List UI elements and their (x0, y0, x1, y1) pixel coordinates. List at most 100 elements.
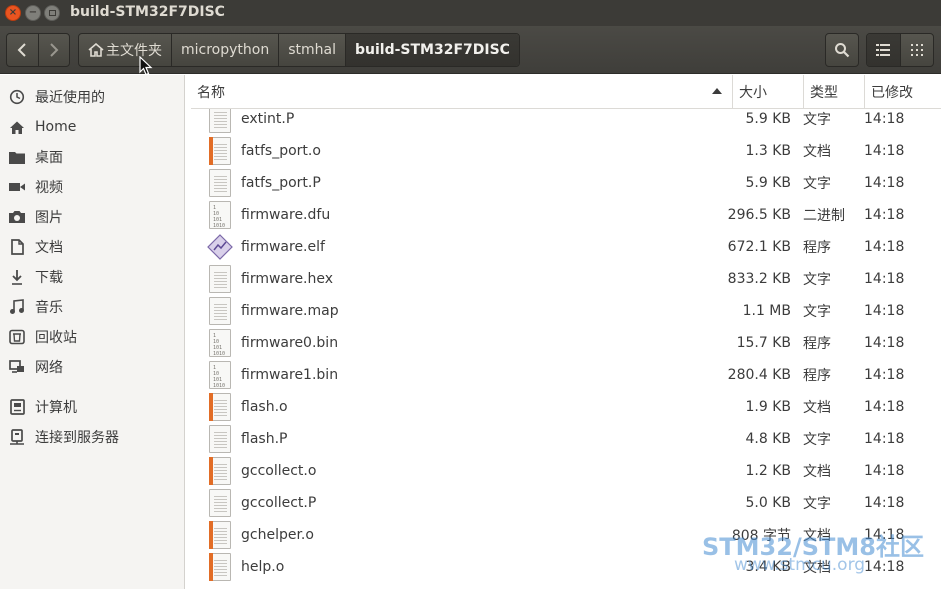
file-name: extint.P (241, 111, 295, 127)
file-modified: 14:18 (864, 175, 905, 191)
sidebar-item-documents[interactable]: 文档 (0, 232, 184, 262)
maximize-window-button[interactable] (44, 5, 60, 21)
file-row[interactable]: flash.o 1.9 KB 文档 14:18 (191, 391, 941, 423)
breadcrumb-stmhal[interactable]: stmhal (279, 34, 346, 66)
back-button[interactable] (7, 34, 38, 66)
column-header-modified[interactable]: 已修改 (865, 75, 941, 108)
column-header-type[interactable]: 类型 (804, 75, 865, 108)
file-size: 808 字节 (731, 528, 791, 544)
file-modified: 14:18 (864, 463, 905, 479)
list-view-button[interactable] (867, 34, 900, 66)
breadcrumb-home[interactable]: 主文件夹 (79, 34, 172, 66)
sidebar-item-pictures[interactable]: 图片 (0, 202, 184, 232)
file-icon-cell: 1 10 101 1010 (191, 201, 235, 229)
file-list-view: extint.P 5.9 KB 文字 14:18 fatfs_port.o 1.3 KB 文… (191, 75, 941, 589)
file-icon-cell (191, 265, 235, 293)
sidebar-item-trash[interactable]: 回收站 (0, 322, 184, 352)
file-icon-cell (191, 393, 235, 421)
file-icon-cell: 1 10 101 1010 (191, 329, 235, 357)
file-icon-cell (191, 553, 235, 581)
sidebar-item-videos[interactable]: 视频 (0, 172, 184, 202)
file-row[interactable]: fatfs_port.o 1.3 KB 文档 14:18 (191, 135, 941, 167)
file-icon-cell (191, 169, 235, 197)
file-size: 833.2 KB (727, 271, 791, 287)
file-row[interactable]: 1 10 101 1010 firmware0.bin 15.7 KB 程序 14:18 (191, 327, 941, 359)
minimize-window-button[interactable]: − (25, 5, 41, 21)
clock-icon (9, 89, 25, 105)
file-icon-cell (191, 297, 235, 325)
file-row[interactable]: gccollect.P 5.0 KB 文字 14:18 (191, 487, 941, 519)
file-row[interactable]: gccollect.o 1.2 KB 文档 14:18 (191, 455, 941, 487)
file-row[interactable]: firmware.map 1.1 MB 文字 14:18 (191, 295, 941, 327)
sidebar-item-label: 音乐 (35, 300, 63, 316)
file-row[interactable]: fatfs_port.P 5.9 KB 文字 14:18 (191, 167, 941, 199)
file-size: 1.3 KB (745, 143, 792, 159)
search-icon (835, 43, 850, 58)
file-name: help.o (241, 559, 285, 575)
breadcrumb-micropython[interactable]: micropython (172, 34, 280, 66)
sidebar-item-recent[interactable]: 最近使用的 (0, 82, 184, 112)
sidebar-item-connect-server[interactable]: 连接到服务器 (0, 422, 184, 452)
file-modified: 14:18 (864, 399, 905, 415)
forward-button[interactable] (37, 34, 70, 66)
sidebar-item-desktop[interactable]: 桌面 (0, 142, 184, 172)
close-window-button[interactable]: × (5, 5, 21, 21)
sidebar-item-home[interactable]: Home (0, 112, 184, 142)
file-icon-cell (191, 489, 235, 517)
file-type: 文档 (803, 464, 831, 480)
sidebar-separator (0, 382, 184, 392)
file-name: gchelper.o (241, 527, 314, 543)
file-row[interactable]: gchelper.o 808 字节 文档 14:18 (191, 519, 941, 551)
column-header-row: 名称 大小 类型 已修改 (191, 75, 941, 109)
breadcrumb-current[interactable]: build-STM32F7DISC (345, 34, 519, 66)
object-file-icon (209, 553, 231, 581)
executable-file-icon (207, 234, 233, 260)
file-icon-cell (191, 105, 235, 133)
sidebar-item-computer[interactable]: 计算机 (0, 392, 184, 422)
file-name: fatfs_port.o (241, 143, 321, 159)
column-header-size[interactable]: 大小 (733, 75, 804, 108)
object-file-icon (209, 457, 231, 485)
object-file-icon (209, 137, 231, 165)
history-nav (6, 33, 70, 67)
file-modified: 14:18 (864, 367, 905, 383)
file-size: 280.4 KB (727, 367, 791, 383)
sidebar-item-label: 桌面 (35, 150, 63, 166)
maximize-icon (48, 10, 56, 16)
grid-view-button[interactable] (899, 34, 934, 66)
sidebar-item-downloads[interactable]: 下载 (0, 262, 184, 292)
file-modified: 14:18 (864, 495, 905, 511)
file-row[interactable]: 1 10 101 1010 firmware.dfu 296.5 KB 二进制 14:1… (191, 199, 941, 231)
file-type: 文字 (803, 272, 831, 288)
column-header-label: 已修改 (871, 84, 913, 101)
file-row[interactable]: help.o 3.4 KB 文档 14:18 (191, 551, 941, 583)
breadcrumb-label: stmhal (288, 42, 336, 58)
file-row[interactable]: firmware.hex 833.2 KB 文字 14:18 (191, 263, 941, 295)
column-header-label: 大小 (739, 84, 767, 101)
column-header-name[interactable]: 名称 (191, 75, 733, 108)
text-file-icon (209, 265, 231, 293)
file-size: 1.2 KB (745, 463, 792, 479)
text-file-icon (209, 489, 231, 517)
binary-file-icon: 1 10 101 1010 (209, 361, 231, 389)
file-name: firmware.map (241, 303, 339, 319)
search-button[interactable] (825, 33, 859, 67)
sidebar-item-music[interactable]: 音乐 (0, 292, 184, 322)
file-name: fatfs_port.P (241, 175, 321, 191)
file-modified: 14:18 (864, 271, 905, 287)
object-file-icon (209, 393, 231, 421)
sidebar-item-network[interactable]: 网络 (0, 352, 184, 382)
trash-icon (9, 329, 25, 345)
file-row[interactable]: firmware.elf 672.1 KB 程序 14:18 (191, 231, 941, 263)
sidebar-item-label: 计算机 (35, 400, 77, 416)
file-size: 672.1 KB (727, 239, 791, 255)
file-size: 1.1 MB (742, 303, 791, 319)
camera-icon (9, 211, 25, 223)
file-row[interactable]: flash.P 4.8 KB 文字 14:18 (191, 423, 941, 455)
file-icon-cell: 1 10 101 1010 (191, 361, 235, 389)
file-type: 二进制 (803, 208, 845, 224)
file-row[interactable]: 1 10 101 1010 firmware1.bin 280.4 KB 程序 14:1… (191, 359, 941, 391)
file-size: 15.7 KB (736, 335, 791, 351)
file-modified: 14:18 (864, 559, 905, 575)
list-view-icon (876, 44, 891, 56)
